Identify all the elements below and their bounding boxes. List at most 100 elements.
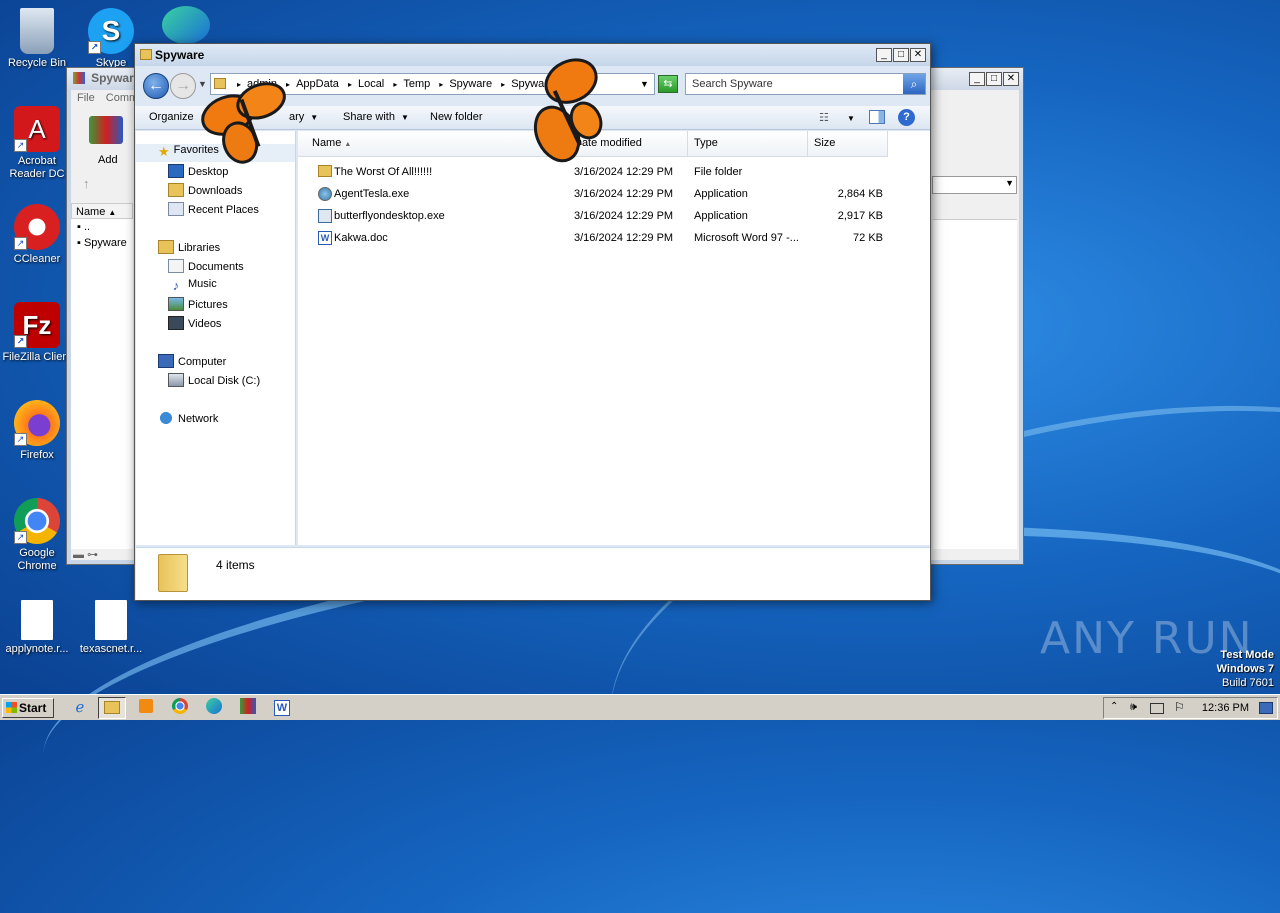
- nav-music[interactable]: ♪ Music: [136, 278, 217, 296]
- maximize-button[interactable]: □: [986, 72, 1002, 86]
- search-placeholder: Search Spyware: [692, 78, 773, 90]
- forward-button[interactable]: →: [170, 73, 196, 99]
- archive-list-area: [933, 219, 1017, 549]
- edge-icon[interactable]: [162, 6, 210, 44]
- breadcrumb-separator[interactable]: ▸: [348, 80, 352, 89]
- star-icon: ★: [158, 144, 170, 159]
- desktop-icon-firefox[interactable]: ↗ Firefox: [0, 400, 74, 462]
- desktop-icon-recycle-bin[interactable]: Recycle Bin: [0, 8, 74, 70]
- chevron-up-icon[interactable]: ⌃: [1110, 701, 1118, 712]
- downloads-icon: [168, 183, 184, 197]
- clock[interactable]: 12:36 PM: [1202, 702, 1249, 714]
- start-button[interactable]: Start: [2, 698, 54, 718]
- desktop-icon-texascnet[interactable]: texascnet.r...: [74, 600, 148, 656]
- share-with-button[interactable]: Share with ▼: [343, 111, 409, 123]
- breadcrumb-separator[interactable]: ▸: [501, 80, 505, 89]
- butterfly-icon: [201, 82, 286, 164]
- nav-recent-places[interactable]: Recent Places: [136, 202, 259, 220]
- flag-icon[interactable]: ⚐: [1174, 700, 1185, 714]
- winrar-taskbar-icon[interactable]: [234, 697, 262, 719]
- volume-icon[interactable]: 🕪: [1130, 701, 1137, 714]
- desktop-icon-label: Recycle Bin: [7, 57, 67, 69]
- explorer-taskbar-icon[interactable]: [98, 697, 126, 719]
- help-icon[interactable]: ?: [898, 109, 915, 126]
- minimize-button[interactable]: _: [969, 72, 985, 86]
- desktop-icon-label: Acrobat Reader DC: [9, 155, 65, 180]
- folder-icon: [158, 554, 188, 592]
- ie-taskbar-icon[interactable]: ℯ: [66, 697, 94, 719]
- document-icon: [21, 600, 53, 640]
- breadcrumb-separator[interactable]: ▸: [393, 80, 397, 89]
- test-mode-label: Test Mode Windows 7 Build 7601: [1216, 649, 1274, 689]
- nav-local-disk[interactable]: Local Disk (C:): [136, 373, 260, 391]
- winrar-icon: [73, 72, 85, 84]
- view-options-icon[interactable]: ☷: [819, 111, 829, 124]
- nav-libraries[interactable]: Libraries: [136, 240, 220, 258]
- desktop-icon-label: Firefox: [20, 449, 54, 461]
- desktop-icon-filezilla[interactable]: Fz ↗ FileZilla Client: [0, 302, 74, 364]
- butterfly-icon: [533, 58, 603, 163]
- search-icon[interactable]: ⌕: [903, 74, 925, 94]
- desktop-icon-chrome[interactable]: ↗ Google Chrome: [0, 498, 74, 573]
- exe-icon: [318, 209, 332, 223]
- disk-icon: [168, 373, 184, 387]
- path-dropdown[interactable]: ▼: [932, 176, 1017, 194]
- close-button[interactable]: ✕: [910, 48, 926, 62]
- nav-pictures[interactable]: Pictures: [136, 297, 228, 315]
- list-item[interactable]: ▪ Spyware: [71, 235, 133, 251]
- back-button[interactable]: ←: [143, 73, 169, 99]
- word-taskbar-icon[interactable]: W: [268, 697, 296, 719]
- up-arrow-icon[interactable]: ↑: [83, 176, 90, 191]
- nav-documents[interactable]: Documents: [136, 259, 244, 277]
- breadcrumb-item[interactable]: Local: [358, 78, 384, 90]
- organize-button[interactable]: Organize▼: [149, 111, 208, 123]
- maximize-button[interactable]: □: [893, 48, 909, 62]
- videos-icon: [168, 316, 184, 330]
- menu-file[interactable]: File: [77, 92, 95, 104]
- nav-computer[interactable]: Computer: [136, 354, 226, 372]
- window-title: Spyware: [155, 48, 205, 62]
- column-header-type[interactable]: Type: [688, 131, 808, 157]
- media-player-taskbar-icon[interactable]: [132, 697, 160, 719]
- add-button-label[interactable]: Add: [98, 154, 118, 166]
- file-row[interactable]: W Kakwa.doc 3/16/2024 12:29 PM Microsoft…: [298, 227, 898, 249]
- nav-videos[interactable]: Videos: [136, 316, 221, 334]
- firefox-icon: ↗: [14, 400, 60, 446]
- nav-network[interactable]: Network: [136, 411, 218, 429]
- network-tray-icon[interactable]: [1150, 703, 1164, 714]
- filezilla-icon: Fz ↗: [14, 302, 60, 348]
- preview-pane-icon[interactable]: [869, 110, 885, 124]
- chrome-taskbar-icon[interactable]: [166, 697, 194, 719]
- refresh-button[interactable]: ⇆: [658, 75, 678, 93]
- file-row[interactable]: butterflyondesktop.exe 3/16/2024 12:29 P…: [298, 205, 898, 227]
- breadcrumb-item[interactable]: AppData: [296, 78, 339, 90]
- window-controls: _ □ ✕: [876, 48, 926, 62]
- file-date: 3/16/2024 12:29 PM: [574, 232, 674, 244]
- address-dropdown[interactable]: ▼: [640, 79, 649, 89]
- file-row[interactable]: AgentTesla.exe 3/16/2024 12:29 PM Applic…: [298, 183, 898, 205]
- file-list-pane: Name ▲ Date modified Type Size The Worst…: [298, 131, 930, 545]
- column-name-header[interactable]: Name ▲: [71, 203, 133, 219]
- chevron-down-icon[interactable]: ▼: [847, 114, 855, 123]
- breadcrumb-separator[interactable]: ▸: [439, 80, 443, 89]
- minimize-button[interactable]: _: [876, 48, 892, 62]
- system-tray: ⌃ 🕪 ⚐ 12:36 PM: [1103, 697, 1278, 719]
- drive-icon: ▬ ⊶: [73, 549, 99, 561]
- breadcrumb-item[interactable]: Spyware: [449, 78, 492, 90]
- nav-downloads[interactable]: Downloads: [136, 183, 242, 201]
- edge-taskbar-icon[interactable]: [200, 697, 228, 719]
- desktop-icon-ccleaner[interactable]: ↗ CCleaner: [0, 204, 74, 266]
- new-folder-button[interactable]: New folder: [430, 111, 483, 123]
- close-button[interactable]: ✕: [1003, 72, 1019, 86]
- add-archive-icon[interactable]: [89, 116, 123, 144]
- search-input[interactable]: Search Spyware ⌕: [685, 73, 926, 95]
- file-type: File folder: [694, 166, 743, 178]
- show-desktop-icon[interactable]: [1259, 702, 1273, 714]
- item-count: 4 items: [216, 558, 255, 572]
- desktop-icon-applynote[interactable]: applynote.r...: [0, 600, 74, 656]
- list-item[interactable]: ▪ ..: [71, 219, 133, 235]
- column-header-size[interactable]: Size: [808, 131, 888, 157]
- sort-arrow-icon: ▲: [344, 141, 352, 148]
- breadcrumb-item[interactable]: Temp: [403, 78, 430, 90]
- desktop-icon-acrobat[interactable]: A ↗ Acrobat Reader DC: [0, 106, 74, 181]
